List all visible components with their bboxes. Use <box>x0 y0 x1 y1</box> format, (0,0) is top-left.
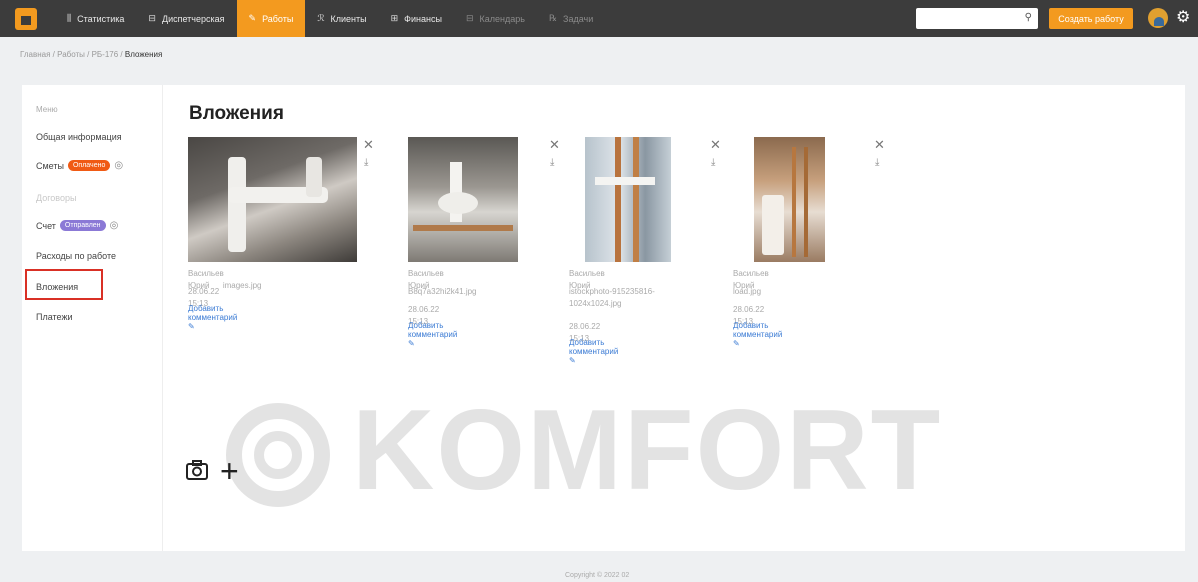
chart-icon: ⫼ <box>67 13 72 23</box>
main-nav: ⫼ Статистика ⊟ Диспетчерская ✎ Работы ℛ Клие… <box>55 0 605 37</box>
create-work-button[interactable]: Создать работу <box>1049 8 1133 29</box>
sidebar-item-label: Общая информация <box>36 132 122 142</box>
nav-label: Диспетчерская <box>161 13 225 24</box>
add-comment-link[interactable]: Добавить комментарий ✎ <box>408 321 457 348</box>
add-comment-link[interactable]: Добавить комментарий ✎ <box>188 304 237 331</box>
attachment-thumbnail[interactable] <box>188 137 357 262</box>
status-badge: Оплачено <box>67 160 111 171</box>
file-name: B8q7a32hi2k41.jpg <box>408 287 477 296</box>
download-icon[interactable]: ⤓ <box>550 157 554 168</box>
nav-label: Статистика <box>77 13 125 24</box>
add-comment-label: Добавить комментарий <box>733 321 783 339</box>
breadcrumb: Главная / Работы / РБ-176 / Вложения <box>20 50 163 59</box>
sidebar-item-label: Платежи <box>36 312 73 322</box>
footer-copyright: Copyright © 2022 02 <box>565 572 630 579</box>
tasks-icon: ℞ <box>548 13 558 23</box>
gear-icon[interactable]: ⚙ <box>1176 8 1190 28</box>
attachment-thumbnail[interactable] <box>408 137 518 262</box>
add-comment-label: Добавить комментарий <box>408 321 458 339</box>
sidebar-item-label: Сметы <box>36 160 64 171</box>
breadcrumb-current: Вложения <box>124 50 163 59</box>
clients-icon: ℛ <box>317 13 325 23</box>
close-icon[interactable]: ✕ <box>363 137 374 153</box>
camera-icon-svg <box>186 460 208 480</box>
pencil-icon: ✎ <box>408 339 415 348</box>
nav-works[interactable]: ✎ Работы <box>236 0 306 37</box>
eye-icon[interactable]: ◎ <box>114 160 123 171</box>
wrench-icon: ✎ <box>248 13 257 23</box>
watermark-logo-ring-inner <box>254 431 302 479</box>
page-title: Вложения <box>189 103 284 124</box>
file-name: load.jpg <box>733 287 762 296</box>
side-menu: Меню Общая информация Сметы Оплачено ◎ Дог… <box>22 85 163 551</box>
nav-tasks[interactable]: ℞ Задачи <box>537 0 605 37</box>
search-input[interactable]: ⚲ <box>916 8 1038 29</box>
sidebar-item-contracts[interactable]: Договоры <box>36 193 76 203</box>
watermark-text: KOMFORT <box>352 387 943 514</box>
close-icon[interactable]: ✕ <box>710 137 721 153</box>
dispatch-icon: ⊟ <box>148 13 156 23</box>
pencil-icon: ✎ <box>188 322 195 331</box>
breadcrumb-job[interactable]: РБ-176 <box>92 50 119 59</box>
breadcrumb-works[interactable]: Работы <box>57 50 85 59</box>
add-attachment-icon[interactable]: + <box>220 453 239 490</box>
nav-finance[interactable]: ⊞ Финансы <box>379 0 454 37</box>
finance-icon: ⊞ <box>390 13 399 23</box>
nav-calendar[interactable]: ⊟ Календарь <box>454 0 537 37</box>
close-icon[interactable]: ✕ <box>549 137 560 153</box>
camera-icon[interactable] <box>186 460 208 486</box>
download-icon[interactable]: ⤓ <box>364 157 368 168</box>
sidebar-item-expenses[interactable]: Расходы по работе <box>36 251 116 261</box>
avatar[interactable] <box>1148 8 1168 28</box>
sidebar-item-label: Счет <box>36 220 56 231</box>
file-name: istockphoto-915235816-1024x1024.jpg <box>569 287 655 308</box>
pencil-icon: ✎ <box>569 356 576 365</box>
status-badge: Отправлен <box>59 220 106 231</box>
file-name: images.jpg <box>222 281 262 290</box>
sidebar-item-estimates[interactable]: Сметы Оплачено ◎ <box>36 160 123 171</box>
nav-label: Задачи <box>563 13 594 24</box>
download-icon[interactable]: ⤓ <box>875 157 879 168</box>
attachment-thumbnail[interactable] <box>585 137 671 262</box>
calendar-icon: ⊟ <box>465 13 474 23</box>
nav-clients[interactable]: ℛ Клиенты <box>305 0 378 37</box>
top-navigation-bar: ⫼ Статистика ⊟ Диспетчерская ✎ Работы ℛ Клие… <box>0 0 1198 37</box>
eye-icon[interactable]: ◎ <box>110 220 119 231</box>
nav-label: Работы <box>262 13 294 24</box>
nav-label: Финансы <box>404 13 442 24</box>
content-panel: Меню Общая информация Сметы Оплачено ◎ Дог… <box>22 85 1185 551</box>
sidebar-item-label: Договоры <box>36 193 77 203</box>
nav-label: Клиенты <box>330 13 367 24</box>
sidebar-item-payments[interactable]: Платежи <box>36 312 73 322</box>
home-logo-icon[interactable] <box>15 7 37 30</box>
menu-title: Меню <box>36 105 58 114</box>
close-icon[interactable]: ✕ <box>874 137 885 153</box>
breadcrumb-home[interactable]: Главная <box>20 50 50 59</box>
search-icon[interactable]: ⚲ <box>1025 12 1032 23</box>
add-comment-label: Добавить комментарий <box>569 338 619 356</box>
selection-highlight <box>25 269 103 300</box>
nav-statistics[interactable]: ⫼ Статистика <box>55 0 136 37</box>
pencil-icon: ✎ <box>733 339 740 348</box>
download-icon[interactable]: ⤓ <box>711 157 715 168</box>
attachment-thumbnail[interactable] <box>754 137 825 262</box>
sidebar-item-label: Расходы по работе <box>36 251 117 261</box>
add-comment-link[interactable]: Добавить комментарий ✎ <box>733 321 782 348</box>
sidebar-item-general-info[interactable]: Общая информация <box>36 132 122 142</box>
add-comment-link[interactable]: Добавить комментарий ✎ <box>569 338 618 365</box>
sidebar-item-invoice[interactable]: Счет Отправлен ◎ <box>36 220 118 231</box>
nav-dispatch[interactable]: ⊟ Диспетчерская <box>136 0 236 37</box>
add-comment-label: Добавить комментарий <box>188 304 238 322</box>
nav-label: Календарь <box>479 13 525 24</box>
